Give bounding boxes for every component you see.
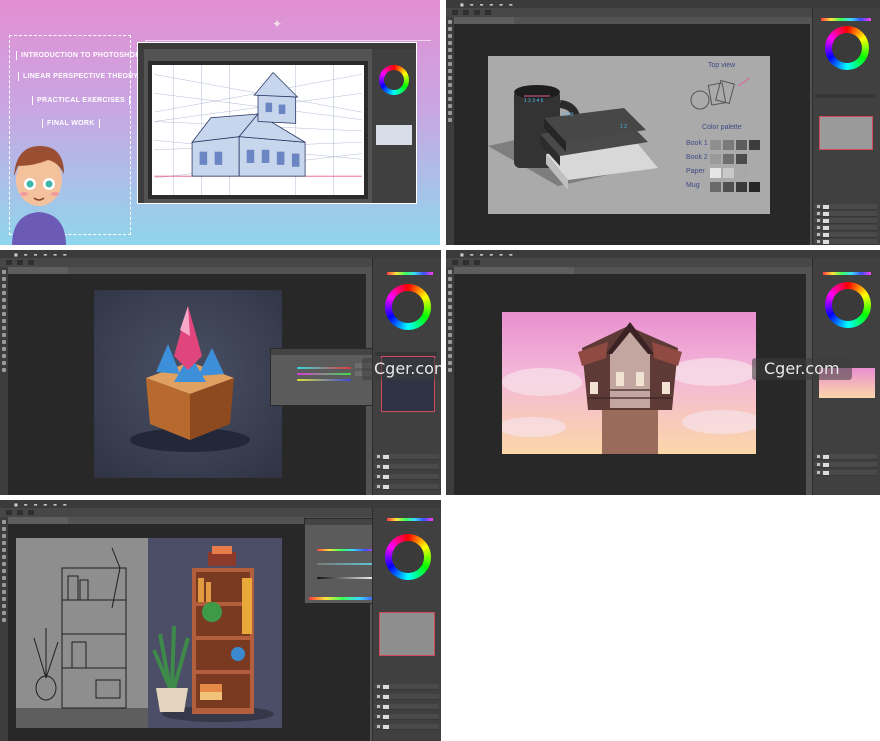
layer-row[interactable]: [815, 225, 877, 231]
topic-item: PRACTICAL EXERCISES: [32, 96, 131, 105]
tower-workspace: ■ ▬ ▬ ▬ ▬ ▬ Cger.com: [446, 250, 880, 495]
layer-row[interactable]: [375, 714, 439, 720]
still-life-workspace: ■ ▬ ▬ ▬ ▬ ▬ 1 2 3 4 51 2 31 2 Top view Color: [446, 0, 880, 245]
palette-swatch: [710, 168, 721, 178]
star-icon: ✦: [272, 17, 283, 31]
sketch-canvas[interactable]: [16, 538, 148, 728]
layer-row[interactable]: [815, 454, 877, 460]
layer-row[interactable]: [815, 239, 877, 245]
menu-bar[interactable]: ■ ▬ ▬ ▬ ▬ ▬: [446, 250, 880, 258]
toolbox[interactable]: [446, 17, 454, 245]
bookshelf-sketch: [16, 547, 148, 728]
right-panels[interactable]: [372, 508, 441, 741]
document-tab[interactable]: [454, 267, 574, 274]
palette-swatch: [736, 182, 747, 192]
document-tab[interactable]: [454, 17, 514, 24]
perspective-house-sketch: [154, 65, 362, 195]
topic-item: LINEAR PERSPECTIVE THEORY: [18, 72, 144, 81]
svg-text:1 2 3: 1 2 3: [562, 112, 573, 118]
bookshelf-workspace: ■ ▬ ▬ ▬ ▬ ▬: [0, 500, 441, 741]
layer-row[interactable]: [375, 484, 439, 490]
palette-row-label: Book 1: [686, 140, 708, 147]
crystal-stone-painting: [130, 306, 250, 452]
swatch-strip[interactable]: [387, 272, 433, 275]
tower-canvas[interactable]: [498, 312, 762, 454]
watermark-text: Cger.com: [752, 358, 852, 380]
layer-row[interactable]: [815, 211, 877, 217]
watermark-text: Cger.com: [362, 358, 441, 380]
color-wheel-icon[interactable]: [385, 534, 431, 580]
tower-painting: [498, 322, 762, 454]
palette-swatch: [736, 154, 747, 164]
still-life-canvas[interactable]: 1 2 3 4 5 1 2 3 1 2 Top view Color palette…: [488, 56, 770, 214]
instructor-avatar: [12, 146, 66, 245]
toolbox[interactable]: [0, 517, 8, 741]
dialog-title-bar[interactable]: [271, 349, 375, 355]
topic-item: FINAL WORK: [42, 119, 100, 128]
palette-swatch: [749, 182, 760, 192]
menu-bar[interactable]: ■ ▬ ▬ ▬ ▬ ▬: [0, 250, 441, 258]
menu-bar[interactable]: ■ ▬ ▬ ▬ ▬ ▬: [446, 0, 880, 8]
layer-row[interactable]: [815, 462, 877, 468]
palette-swatch: [710, 154, 721, 164]
palette-swatch: [723, 168, 734, 178]
palette-swatch: [710, 140, 721, 150]
palette-swatch: [723, 140, 734, 150]
toolbox[interactable]: [0, 267, 8, 495]
color-palette-label: Color palette: [702, 124, 742, 131]
navigator-preview[interactable]: [379, 612, 435, 656]
layer-row[interactable]: [375, 724, 439, 730]
photoshop-preview: [137, 42, 417, 204]
svg-text:1 2 3 4 5: 1 2 3 4 5: [524, 98, 544, 104]
document-tab[interactable]: [8, 267, 68, 274]
toolbox[interactable]: [446, 267, 454, 495]
color-wheel-icon[interactable]: [385, 284, 431, 330]
palette-swatch: [736, 168, 747, 178]
crystal-canvas[interactable]: [94, 290, 282, 478]
palette-swatch: [723, 182, 734, 192]
palette-swatch: [723, 154, 734, 164]
top-view-label: Top view: [708, 62, 736, 69]
color-wheel-icon[interactable]: [825, 26, 869, 70]
swatch-strip[interactable]: [387, 518, 433, 521]
color-balance-dialog[interactable]: [270, 348, 376, 406]
document-tab[interactable]: [8, 517, 68, 524]
color-wheel-icon[interactable]: [825, 282, 871, 328]
menu-bar[interactable]: ■ ▬ ▬ ▬ ▬ ▬: [0, 500, 441, 508]
painting-canvas[interactable]: [148, 538, 282, 728]
layer-row[interactable]: [375, 694, 439, 700]
course-banner: ✦ ✦ ✦ INTRODUCTION TO PHOTOSHOP LINEAR P…: [0, 0, 440, 245]
layer-row[interactable]: [375, 474, 439, 480]
layer-row[interactable]: [815, 470, 877, 476]
topic-item: INTRODUCTION TO PHOTOSHOP: [16, 51, 146, 60]
layer-row[interactable]: [375, 454, 439, 460]
crystal-workspace: ■▬▬▬▬▬ Cger.com: [0, 250, 441, 495]
right-panels[interactable]: [812, 8, 880, 245]
palette-row-label: Mug: [686, 182, 700, 189]
layer-row[interactable]: [815, 232, 877, 238]
palette-swatch: [736, 140, 747, 150]
palette-swatch: [749, 140, 760, 150]
palette-row-label: Paper: [686, 168, 705, 175]
bookshelf-painting: [152, 546, 274, 722]
palette-row-label: Book 2: [686, 154, 708, 161]
layer-row[interactable]: [815, 218, 877, 224]
layer-row[interactable]: [375, 464, 439, 470]
swatch-strip[interactable]: [821, 18, 871, 21]
swatch-strip[interactable]: [823, 272, 871, 275]
palette-swatch: [710, 182, 721, 192]
navigator-preview[interactable]: [819, 116, 873, 150]
layer-row[interactable]: [375, 704, 439, 710]
svg-text:1 2: 1 2: [620, 124, 627, 130]
layer-row[interactable]: [375, 684, 439, 690]
layer-row[interactable]: [815, 204, 877, 210]
color-wheel-icon: [379, 65, 409, 95]
